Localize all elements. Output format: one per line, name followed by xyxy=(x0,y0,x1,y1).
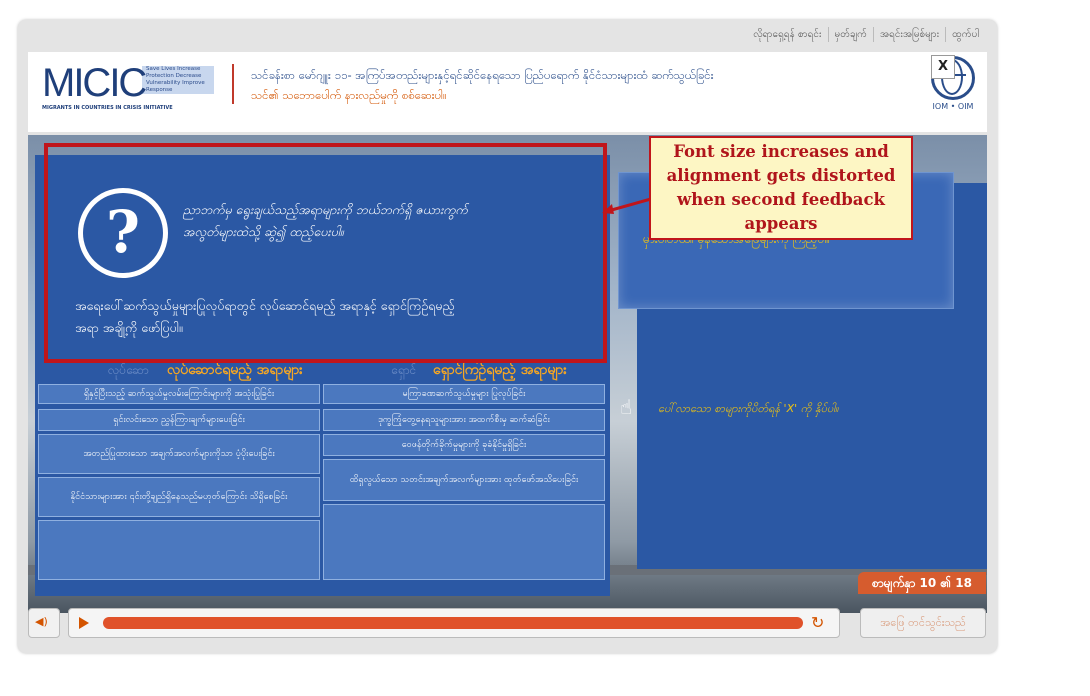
logo-tagline: Save Lives Increase Protection Decrease … xyxy=(146,66,205,93)
annotation-callout: Font size increases and alignment gets d… xyxy=(649,136,913,240)
avoid-drop-list: မကြာခဏဆက်သွယ်မှုများ ပြုလုပ်ခြင်း ဒုက္ခက… xyxy=(323,384,605,584)
header-divider xyxy=(232,64,234,104)
logo-subtitle: MIGRANTS IN COUNTRIES IN CRISIS INITIATI… xyxy=(42,105,173,111)
do-item[interactable]: ရှိနှင့်ပြီးသည့် ဆက်သွယ်မှုလမ်းကြောင်းမျ… xyxy=(38,384,320,404)
avoid-column-heading: ရှောင်ကြဉ်ရမည့် အရာများ xyxy=(433,362,567,378)
avoid-item[interactable]: ဒုက္ခကြုံတွေ့နေရသူများအား အထက်စီးမှ ဆက်ဆ… xyxy=(323,409,605,431)
course-header: MICIC Save Lives Increase Protection Dec… xyxy=(28,52,987,132)
page-counter: စာမျက်နှာ 10 ၏ 18 xyxy=(858,572,986,594)
nav-notes-link[interactable]: မှတ်ချက် xyxy=(827,27,873,42)
submit-answer-button[interactable]: အဖြေ တင်သွင်းသည် xyxy=(860,608,986,638)
nav-exit-link[interactable]: ထွက်ပါ xyxy=(945,27,985,42)
top-navigation: လိုရာရှေ့ရန် စာရင်း မှတ်ချက် အရင်းအမြစ်မ… xyxy=(747,27,985,42)
logo-wordmark: MICIC xyxy=(42,61,147,105)
avoid-item[interactable]: ဝေဖန်တိုက်ခိုက်မှုများကို ခုခံနိုင်မှုရှ… xyxy=(323,434,605,456)
close-feedback-button[interactable]: X xyxy=(931,55,955,79)
ghost-avoid-heading: ရှောင် xyxy=(391,363,417,377)
annotation-highlight-box xyxy=(44,143,607,363)
nav-menu-link[interactable]: လိုရာရှေ့ရန် စာရင်း xyxy=(747,27,827,42)
do-drop-list: ရှိနှင့်ပြီးသည့် ဆက်သွယ်မှုလမ်းကြောင်းမျ… xyxy=(38,384,320,584)
ghost-do-heading: လုပ်ဆော xyxy=(108,363,149,377)
progress-bar[interactable] xyxy=(103,617,803,629)
avoid-item[interactable]: ထိရှလွယ်သော သတင်းအချက်အလက်များအား ထုတ်ဖေ… xyxy=(323,459,605,501)
nav-resources-link[interactable]: အရင်းအမြစ်များ xyxy=(872,27,945,42)
avoid-item[interactable]: မကြာခဏဆက်သွယ်မှုများ ပြုလုပ်ခြင်း xyxy=(323,384,605,404)
feedback-close-hint: ပေါ်လာသော စာများကိုပိတ်ရန် 'X' ကို နှိပ်… xyxy=(658,402,839,415)
do-item[interactable]: အတည်ပြုထားသော အချက်အလက်များကိုသာ ပံ့ပိုး… xyxy=(38,434,320,474)
iom-label: IOM • OIM xyxy=(932,102,974,111)
micic-logo: MICIC Save Lives Increase Protection Dec… xyxy=(42,62,222,118)
do-column-heading: လုပ်ဆောင်ရမည့် အရာများ xyxy=(167,362,303,378)
volume-icon[interactable] xyxy=(28,608,60,638)
pointing-hand-icon: ☝ xyxy=(620,395,633,419)
module-title: သင်ခန်းစာ မော်ဂျူး ၁၁- အကြပ်အတည်းများနှင… xyxy=(251,68,714,82)
playback-bar: ↻ xyxy=(68,608,840,638)
empty-drop-slot[interactable] xyxy=(38,520,320,580)
do-item[interactable]: နိုင်ငံသားများအား ၎င်းတို့ချည်ရှိနေသည်မဟ… xyxy=(38,477,320,517)
empty-drop-slot[interactable] xyxy=(323,504,605,580)
module-subtitle: သင်၏ သဘောပေါက် နားလည်မှုကို စစ်ဆေးပါ။ xyxy=(251,88,447,102)
do-item[interactable]: ရှင်းလင်းသော ညွှန်ကြားချက်များပေးခြင်း xyxy=(38,409,320,431)
replay-icon[interactable]: ↻ xyxy=(811,613,824,632)
play-icon[interactable] xyxy=(79,617,89,629)
